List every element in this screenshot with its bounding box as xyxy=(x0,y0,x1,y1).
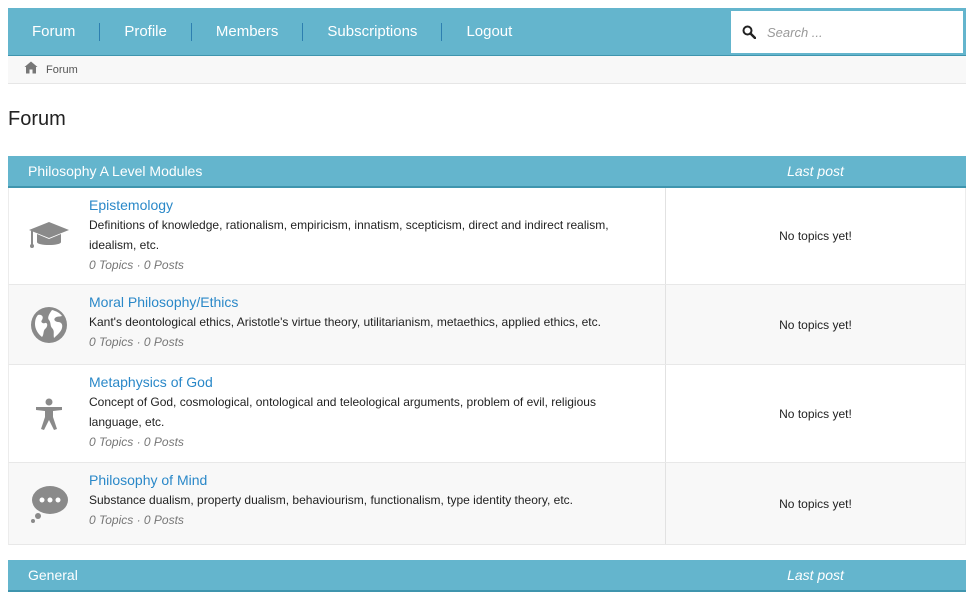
forum-description: Concept of God, cosmological, ontologica… xyxy=(89,395,596,429)
last-post-header: Last post xyxy=(787,567,844,583)
forum-body: Philosophy of Mind Substance dualism, pr… xyxy=(89,471,665,536)
forum-main: Metaphysics of God Concept of God, cosmo… xyxy=(9,365,666,462)
category-general: General Last post xyxy=(8,560,966,592)
search-input[interactable] xyxy=(767,24,947,40)
search-box xyxy=(731,11,963,53)
forum-last-post: No topics yet! xyxy=(779,496,852,511)
forum-title[interactable]: Moral Philosophy/Ethics xyxy=(89,293,238,311)
forum-stats: 0 Topics · 0 Posts xyxy=(89,258,184,272)
nav-profile[interactable]: Profile xyxy=(100,23,192,41)
forum-main: Moral Philosophy/Ethics Kant's deontolog… xyxy=(9,285,666,364)
forum-description: Substance dualism, property dualism, beh… xyxy=(89,493,574,507)
category-title[interactable]: General xyxy=(8,567,665,583)
category-philosophy-modules: Philosophy A Level Modules Last post Epi… xyxy=(8,156,966,545)
forum-description: Definitions of knowledge, rationalism, e… xyxy=(89,218,609,252)
forum-description: Kant's deontological ethics, Aristotle's… xyxy=(89,315,601,329)
forum-stats: 0 Topics · 0 Posts xyxy=(89,335,184,349)
nav-members[interactable]: Members xyxy=(192,23,304,41)
nav-links: Forum Profile Members Subscriptions Logo… xyxy=(8,8,536,56)
home-icon[interactable] xyxy=(24,61,38,79)
page-title: Forum xyxy=(8,108,66,130)
search-icon[interactable] xyxy=(731,25,767,39)
forum-title[interactable]: Epistemology xyxy=(89,196,173,214)
universal-access-icon xyxy=(9,373,89,454)
forum-title[interactable]: Philosophy of Mind xyxy=(89,471,207,489)
forum-main: Epistemology Definitions of knowledge, r… xyxy=(9,188,666,284)
nav-subscriptions[interactable]: Subscriptions xyxy=(303,23,443,41)
forum-body: Moral Philosophy/Ethics Kant's deontolog… xyxy=(89,293,665,356)
last-post-header: Last post xyxy=(787,163,844,179)
forum-title[interactable]: Metaphysics of God xyxy=(89,373,213,391)
thought-bubble-icon xyxy=(9,471,89,536)
top-navbar: Forum Profile Members Subscriptions Logo… xyxy=(8,8,966,56)
forum-last-post: No topics yet! xyxy=(779,229,852,243)
forum-row: Philosophy of Mind Substance dualism, pr… xyxy=(8,463,966,545)
forum-stats: 0 Topics · 0 Posts xyxy=(89,513,184,527)
forum-last-post: No topics yet! xyxy=(779,317,852,332)
forum-main: Philosophy of Mind Substance dualism, pr… xyxy=(9,463,666,544)
forum-last-post: No topics yet! xyxy=(779,406,852,421)
breadcrumb: Forum xyxy=(8,56,966,84)
breadcrumb-current[interactable]: Forum xyxy=(46,64,78,76)
nav-forum[interactable]: Forum xyxy=(8,23,101,41)
nav-logout[interactable]: Logout xyxy=(442,23,536,41)
forum-body: Metaphysics of God Concept of God, cosmo… xyxy=(89,373,665,454)
category-header: Philosophy A Level Modules Last post xyxy=(8,156,966,188)
forum-row: Metaphysics of God Concept of God, cosmo… xyxy=(8,365,966,463)
category-title[interactable]: Philosophy A Level Modules xyxy=(8,163,665,179)
forum-row: Moral Philosophy/Ethics Kant's deontolog… xyxy=(8,285,966,365)
graduation-cap-icon xyxy=(9,196,89,276)
globe-icon xyxy=(9,293,89,356)
forum-stats: 0 Topics · 0 Posts xyxy=(89,435,184,449)
category-header: General Last post xyxy=(8,560,966,592)
forum-row: Epistemology Definitions of knowledge, r… xyxy=(8,188,966,285)
forum-body: Epistemology Definitions of knowledge, r… xyxy=(89,196,665,276)
